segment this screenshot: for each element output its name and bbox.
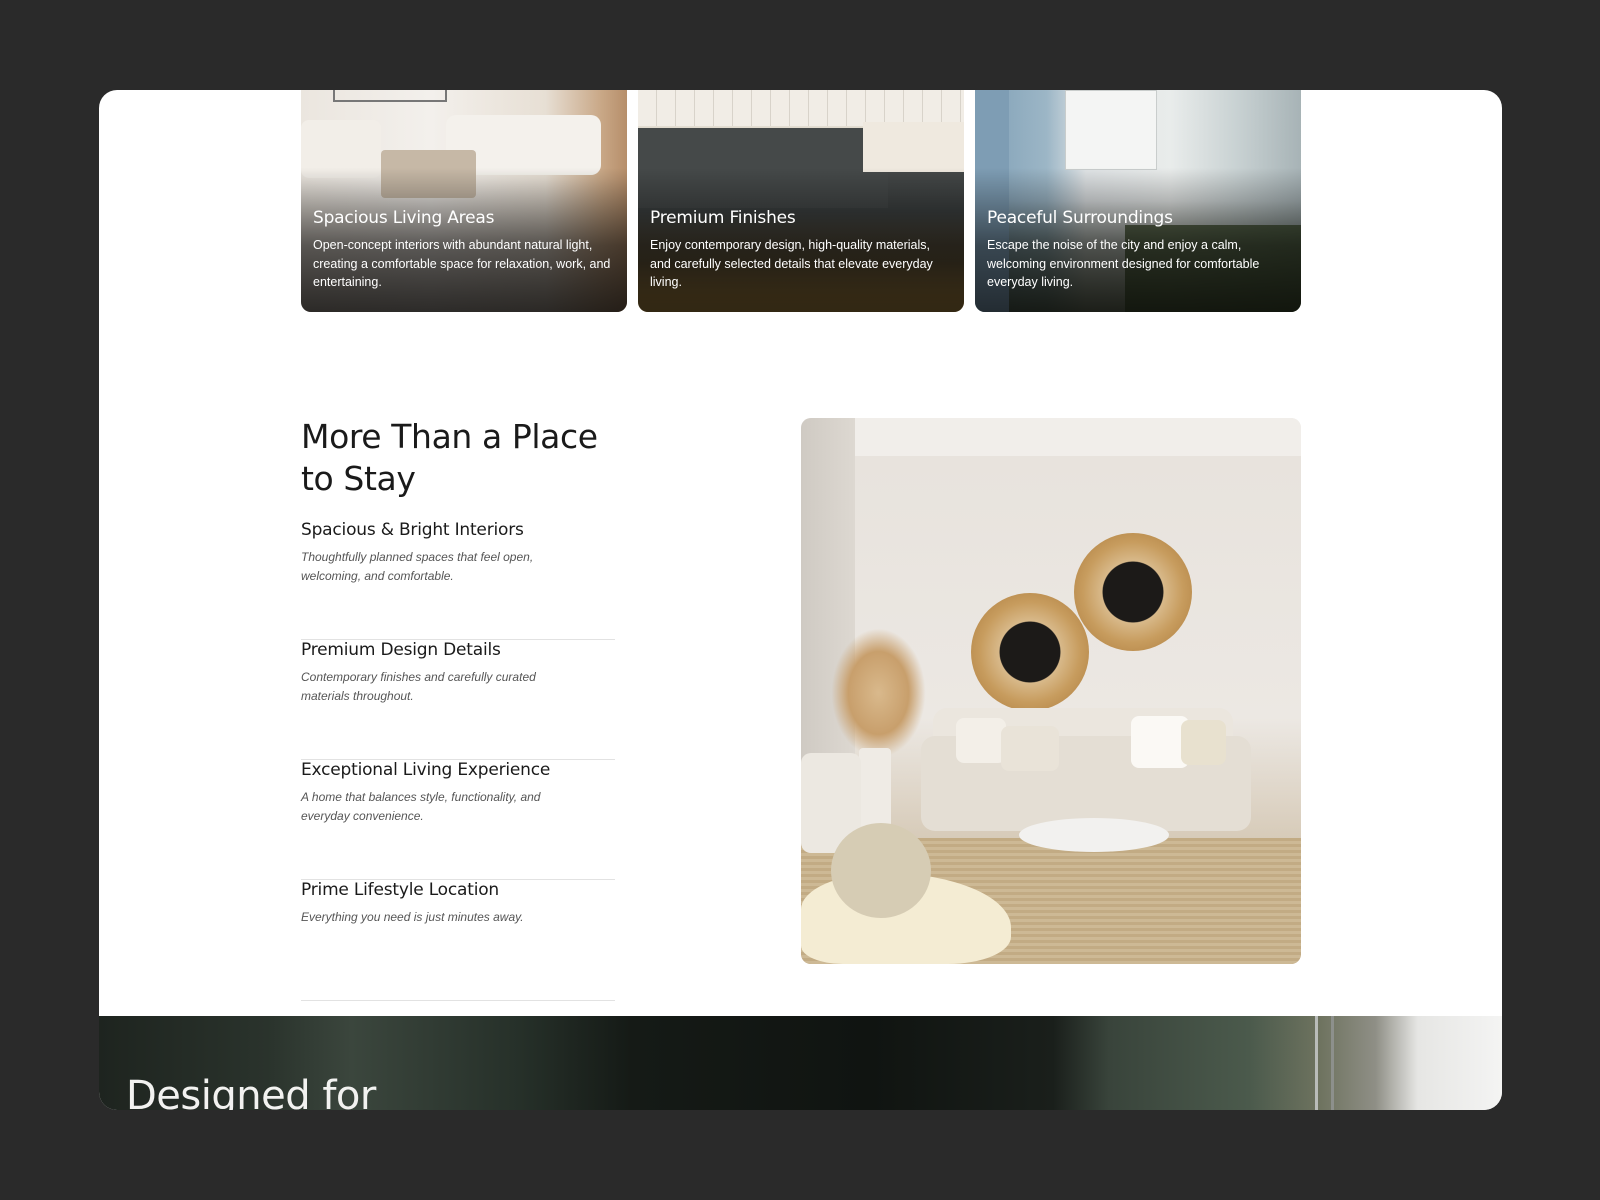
card-spacious-living[interactable]: Spacious Living Areas Open-concept inter… xyxy=(301,90,627,312)
card-peaceful-surroundings[interactable]: Peaceful Surroundings Escape the noise o… xyxy=(975,90,1301,312)
feature-item: Premium Design Details Contemporary fini… xyxy=(301,640,615,760)
feature-item: Exceptional Living Experience A home tha… xyxy=(301,760,615,880)
page-container: Spacious Living Areas Open-concept inter… xyxy=(99,90,1502,1110)
card-title: Peaceful Surroundings xyxy=(987,208,1173,228)
feature-title: Prime Lifestyle Location xyxy=(301,880,499,900)
feature-description: Everything you need is just minutes away… xyxy=(301,910,524,924)
card-title: Premium Finishes xyxy=(650,208,796,228)
section-title: More Than a Place to Stay xyxy=(301,417,598,498)
card-description: Open-concept interiors with abundant nat… xyxy=(313,238,611,289)
feature-title: Exceptional Living Experience xyxy=(301,760,551,780)
card-premium-finishes[interactable]: Premium Finishes Enjoy contemporary desi… xyxy=(638,90,964,312)
card-description: Escape the noise of the city and enjoy a… xyxy=(987,238,1260,289)
feature-list: Spacious & Bright Interiors Thoughtfully… xyxy=(301,520,615,1001)
round-mirror xyxy=(1074,533,1192,651)
card-title: Spacious Living Areas xyxy=(313,208,495,228)
feature-description: A home that balances style, functionalit… xyxy=(301,790,541,823)
feature-cards: Spacious Living Areas Open-concept inter… xyxy=(301,90,1301,312)
band-heading: Designed for xyxy=(126,1073,376,1110)
living-room-photo xyxy=(801,418,1301,964)
feature-item: Spacious & Bright Interiors Thoughtfully… xyxy=(301,520,615,640)
round-mirror xyxy=(971,593,1089,711)
feature-title: Premium Design Details xyxy=(301,640,501,660)
feature-title: Spacious & Bright Interiors xyxy=(301,520,524,540)
feature-description: Thoughtfully planned spaces that feel op… xyxy=(301,550,534,583)
feature-item: Prime Lifestyle Location Everything you … xyxy=(301,880,615,1001)
dark-hero-band: Designed for xyxy=(99,1016,1502,1110)
card-description: Enjoy contemporary design, high-quality … xyxy=(650,238,933,289)
feature-description: Contemporary finishes and carefully cura… xyxy=(301,670,536,703)
